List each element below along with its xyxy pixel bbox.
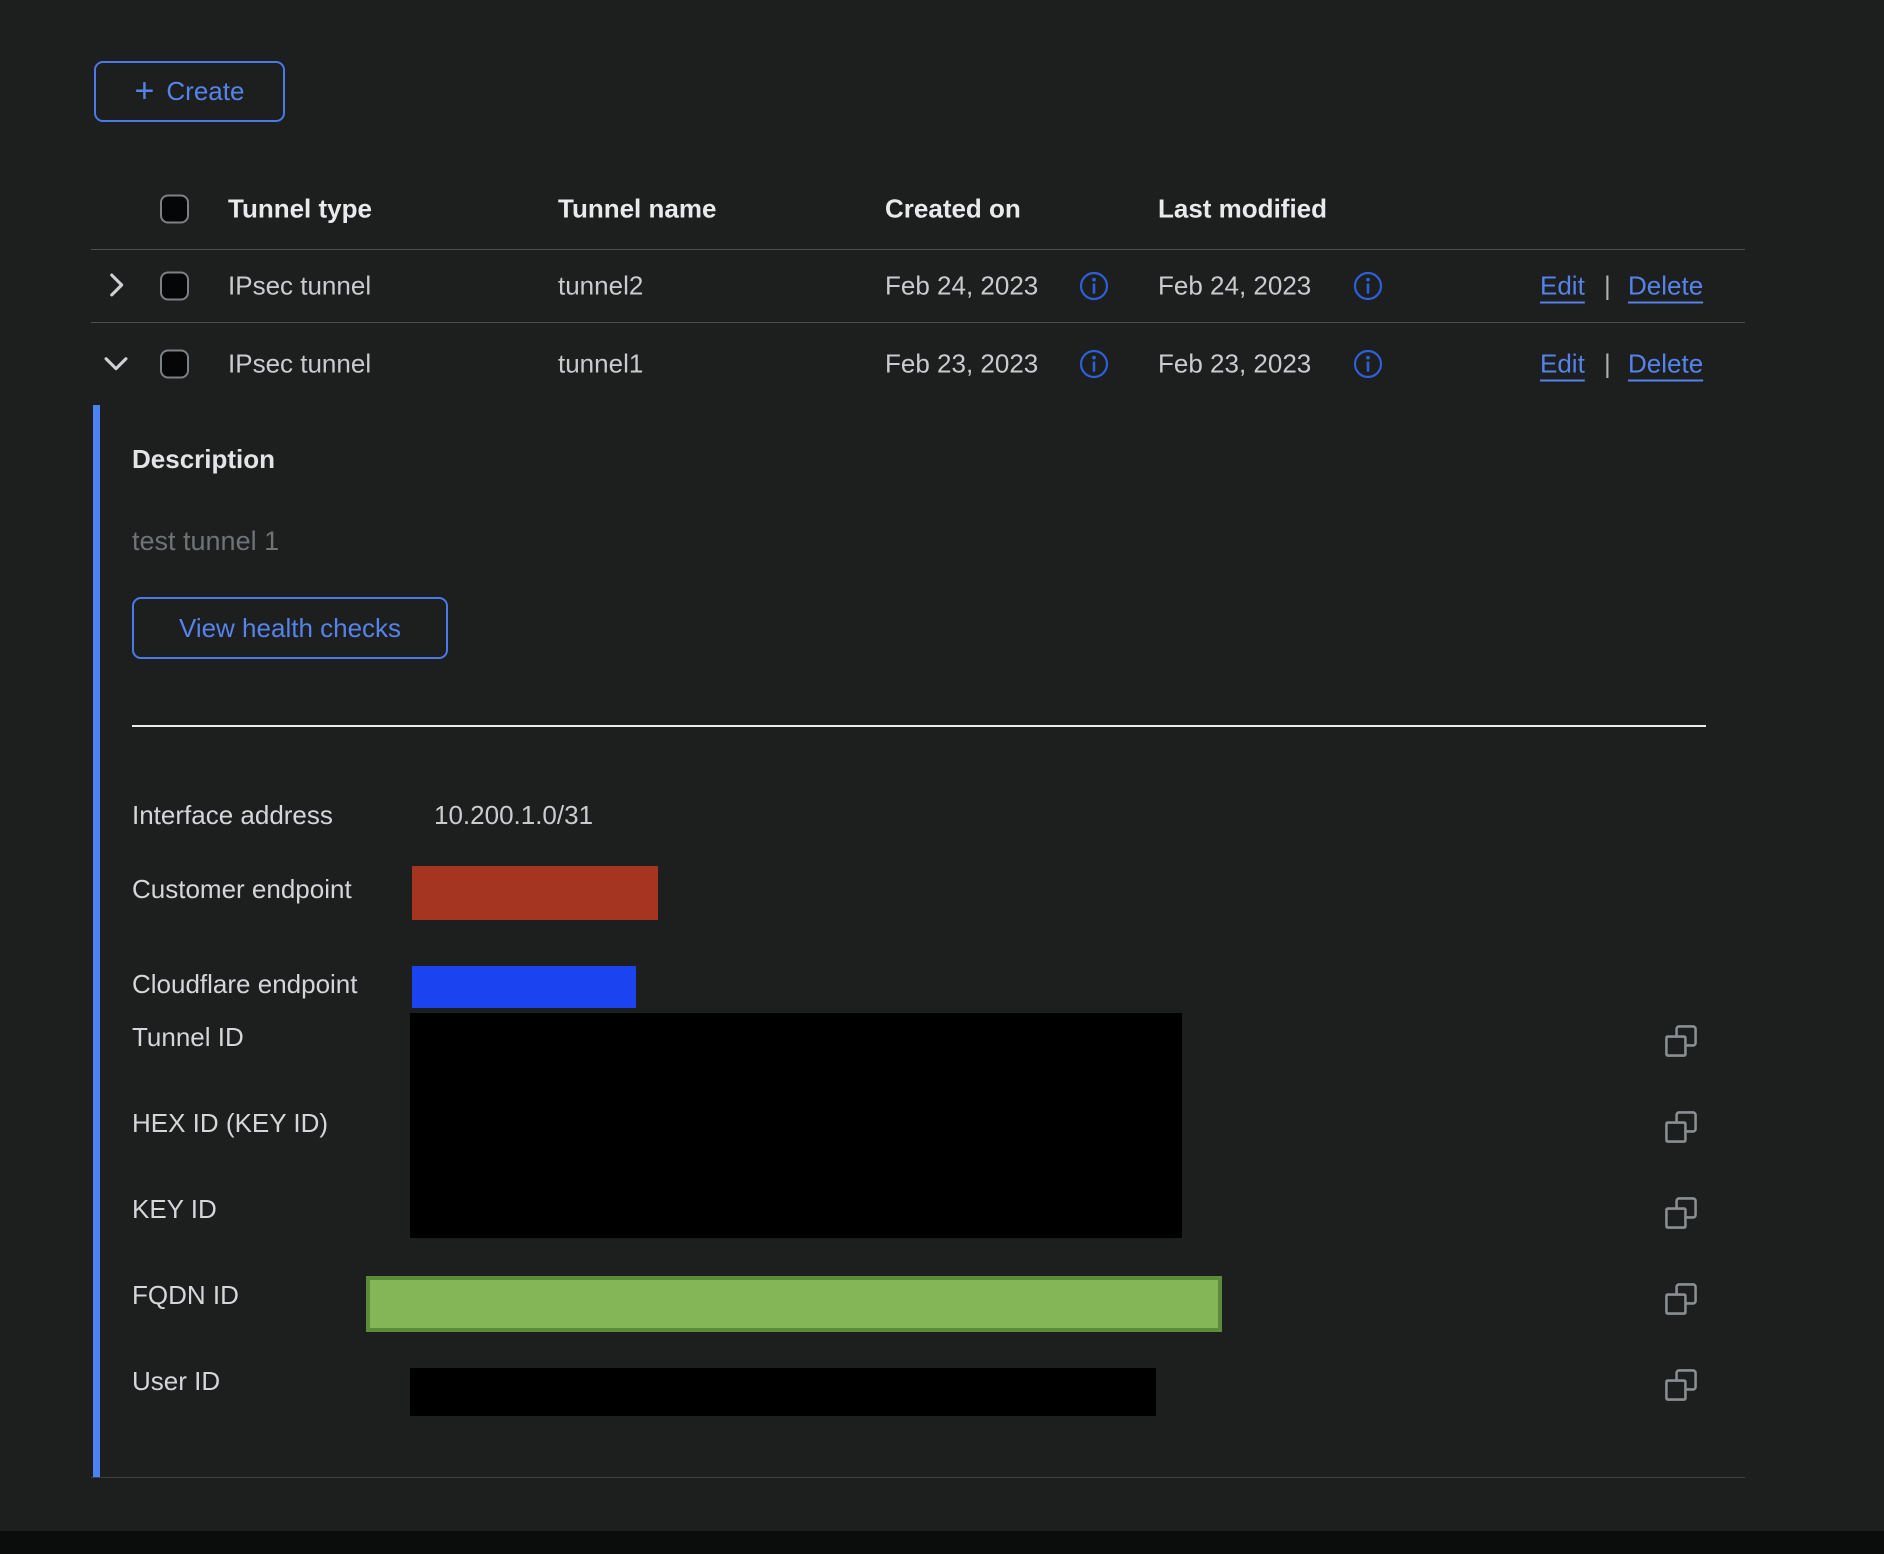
interface-address-label: Interface address <box>132 800 333 831</box>
edit-link[interactable]: Edit <box>1540 271 1585 302</box>
tunnel-ids-redacted-value <box>410 1013 1182 1238</box>
table-row-tunnel1: IPsec tunnel tunnel1 Feb 23, 2023 Feb 23… <box>0 323 1884 405</box>
copy-hex-id-button[interactable] <box>1662 1108 1700 1146</box>
column-header-created-on: Created on <box>885 193 1021 224</box>
copy-fqdn-id-button[interactable] <box>1662 1280 1700 1318</box>
expand-row-button[interactable] <box>98 268 134 304</box>
created-on-cell: Feb 24, 2023 <box>885 271 1038 302</box>
last-modified-cell: Feb 24, 2023 <box>1158 271 1311 302</box>
table-row-tunnel2: IPsec tunnel tunnel2 Feb 24, 2023 Feb 24… <box>0 250 1884 322</box>
created-on-info-icon[interactable] <box>1078 348 1110 380</box>
description-heading: Description <box>132 444 275 475</box>
row-checkbox[interactable] <box>160 350 189 379</box>
fqdn-id-redacted-value <box>366 1276 1222 1332</box>
chevron-down-icon <box>99 346 133 380</box>
view-health-checks-label: View health checks <box>179 613 401 644</box>
customer-endpoint-redacted-value <box>412 866 658 920</box>
create-button[interactable]: + Create <box>94 61 285 122</box>
user-id-label: User ID <box>132 1366 220 1397</box>
description-value: test tunnel 1 <box>132 526 279 557</box>
table-header: Tunnel type Tunnel name Created on Last … <box>0 168 1884 249</box>
copy-icon <box>1662 1366 1700 1404</box>
last-modified-info-icon[interactable] <box>1352 270 1384 302</box>
delete-link[interactable]: Delete <box>1628 349 1703 380</box>
column-header-tunnel-type: Tunnel type <box>228 193 372 224</box>
copy-tunnel-id-button[interactable] <box>1662 1022 1700 1060</box>
cloudflare-endpoint-redacted-value <box>412 966 636 1008</box>
copy-key-id-button[interactable] <box>1662 1194 1700 1232</box>
select-all-checkbox[interactable] <box>160 194 189 223</box>
action-separator: | <box>1604 349 1611 380</box>
last-modified-info-icon[interactable] <box>1352 348 1384 380</box>
copy-icon <box>1662 1280 1700 1318</box>
created-on-info-icon[interactable] <box>1078 270 1110 302</box>
copy-icon <box>1662 1194 1700 1232</box>
user-id-redacted-value <box>410 1368 1156 1416</box>
row-checkbox[interactable] <box>160 272 189 301</box>
action-separator: | <box>1604 271 1611 302</box>
last-modified-cell: Feb 23, 2023 <box>1158 349 1311 380</box>
delete-link[interactable]: Delete <box>1628 271 1703 302</box>
fqdn-id-label: FQDN ID <box>132 1280 239 1311</box>
expanded-row-accent-bar <box>93 405 100 1477</box>
column-header-last-modified: Last modified <box>1158 193 1327 224</box>
copy-icon <box>1662 1108 1700 1146</box>
edit-link[interactable]: Edit <box>1540 349 1585 380</box>
customer-endpoint-label: Customer endpoint <box>132 874 352 905</box>
chevron-right-icon <box>99 268 133 302</box>
interface-address-value: 10.200.1.0/31 <box>434 800 593 831</box>
create-button-label: Create <box>166 76 244 107</box>
page-bottom-strip <box>0 1531 1884 1554</box>
copy-icon <box>1662 1022 1700 1060</box>
ipsec-tunnels-page: + Create Tunnel type Tunnel name Created… <box>0 0 1884 1554</box>
collapse-row-button[interactable] <box>98 346 134 382</box>
cloudflare-endpoint-label: Cloudflare endpoint <box>132 969 358 1000</box>
view-health-checks-button[interactable]: View health checks <box>132 597 448 659</box>
tunnel-id-label: Tunnel ID <box>132 1022 244 1053</box>
expanded-row-bottom-divider <box>91 1477 1745 1478</box>
key-id-label: KEY ID <box>132 1194 217 1225</box>
tunnel-type-cell: IPsec tunnel <box>228 349 371 380</box>
copy-user-id-button[interactable] <box>1662 1366 1700 1404</box>
created-on-cell: Feb 23, 2023 <box>885 349 1038 380</box>
details-section-divider <box>132 725 1706 727</box>
tunnel-name-cell: tunnel2 <box>558 271 643 302</box>
tunnel-name-cell: tunnel1 <box>558 349 643 380</box>
column-header-tunnel-name: Tunnel name <box>558 193 716 224</box>
tunnel-type-cell: IPsec tunnel <box>228 271 371 302</box>
hex-id-label: HEX ID (KEY ID) <box>132 1108 328 1139</box>
